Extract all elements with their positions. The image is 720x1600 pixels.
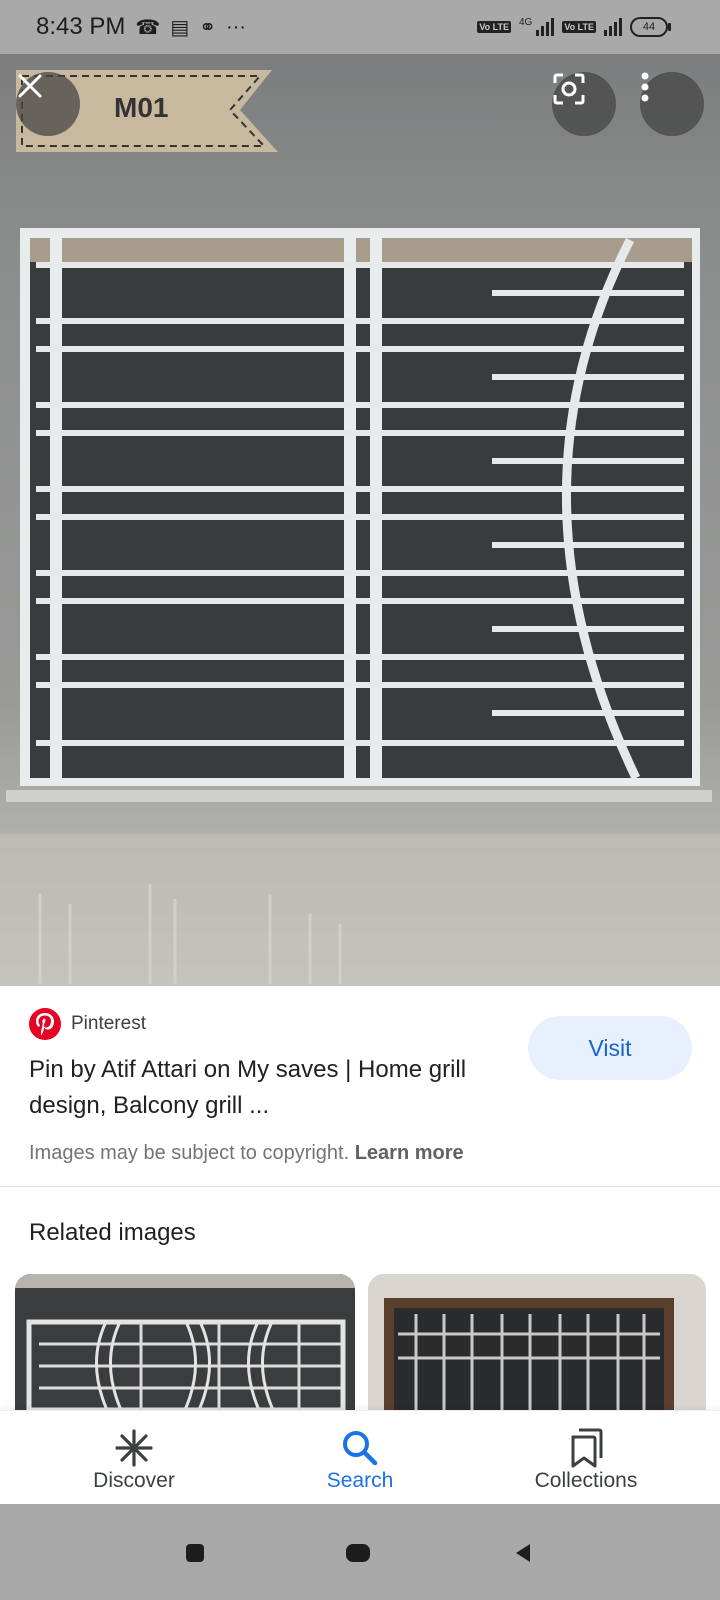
status-time: 8:43 PM	[36, 13, 126, 40]
close-button[interactable]	[16, 72, 80, 136]
recents-button[interactable]	[186, 1544, 204, 1562]
back-button[interactable]	[516, 1544, 530, 1562]
message-icon: ▤	[170, 16, 190, 39]
home-button[interactable]	[346, 1544, 370, 1562]
close-icon	[18, 74, 42, 98]
nav-search[interactable]: Search	[260, 1427, 460, 1493]
lens-icon	[553, 73, 585, 105]
more-dots-icon: ···	[225, 15, 246, 38]
volte-icon-2: Vo LTE	[562, 21, 596, 33]
related-image-2-graphic	[368, 1274, 706, 1410]
copyright-text: Images may be subject to copyright.	[29, 1142, 350, 1164]
related-image-1-graphic	[15, 1274, 355, 1410]
status-right: Vo LTE 4G Vo LTE 44	[477, 17, 671, 37]
divider	[0, 1186, 720, 1187]
copyright-notice: Images may be subject to copyright. Lear…	[29, 1142, 464, 1165]
hotspot-icon: ⚭	[199, 16, 216, 39]
nav-discover-label: Discover	[93, 1469, 175, 1492]
visit-button[interactable]: Visit	[528, 1016, 692, 1080]
signal-icon-2	[604, 18, 622, 36]
nav-collections[interactable]: Collections	[486, 1427, 686, 1493]
volte-icon: Vo LTE	[477, 21, 511, 33]
source-name: Pinterest	[71, 1013, 146, 1034]
collections-icon	[571, 1428, 603, 1468]
related-images-heading: Related images	[29, 1219, 196, 1246]
status-bar: 8:43 PM ☎ ▤ ⚭ ··· Vo LTE 4G Vo LTE 44	[0, 0, 720, 54]
missed-call-icon: ☎	[135, 16, 161, 39]
signal-icon	[536, 18, 555, 36]
result-title[interactable]: Pin by Atif Attari on My saves | Home gr…	[29, 1052, 509, 1124]
network-type: 4G	[518, 17, 533, 28]
result-image[interactable]: M01	[0, 54, 720, 986]
nav-collections-label: Collections	[534, 1469, 638, 1492]
more-vert-icon	[641, 72, 649, 102]
more-options-button[interactable]	[640, 72, 704, 136]
bottom-navigation: Discover Search Collections	[0, 1410, 720, 1505]
related-image-2[interactable]	[368, 1274, 706, 1410]
pinterest-logo-icon	[29, 1008, 61, 1040]
system-navigation-bar	[0, 1504, 720, 1600]
lens-button[interactable]	[552, 72, 616, 136]
tag-label: M01	[114, 92, 169, 123]
source-row[interactable]: Pinterest	[29, 1008, 146, 1040]
nav-discover[interactable]: Discover	[34, 1427, 234, 1493]
learn-more-link[interactable]: Learn more	[355, 1142, 464, 1164]
status-left: 8:43 PM ☎ ▤ ⚭ ···	[36, 13, 246, 41]
window-grill-photo	[0, 228, 720, 986]
search-icon	[343, 1431, 378, 1466]
battery-icon: 44	[630, 17, 671, 37]
related-image-1[interactable]	[15, 1274, 355, 1410]
nav-search-label: Search	[326, 1469, 394, 1492]
discover-icon	[115, 1429, 153, 1467]
